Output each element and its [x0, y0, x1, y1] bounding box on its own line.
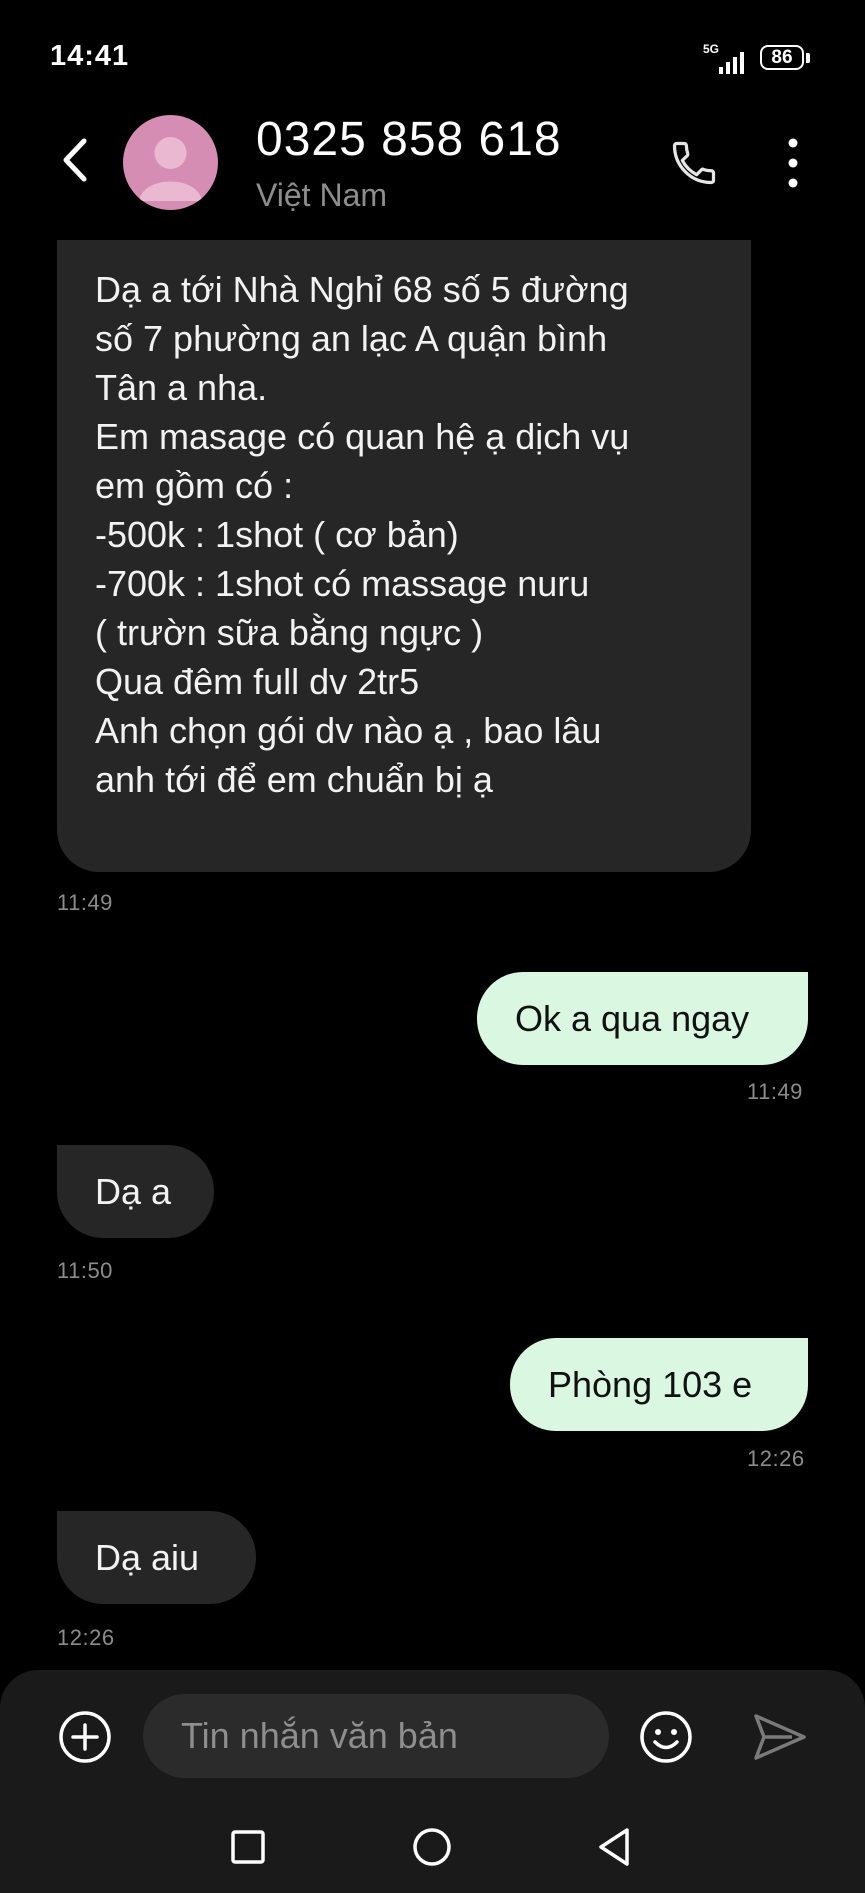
message-outgoing[interactable]: Phòng 103 e: [510, 1338, 808, 1431]
home-icon[interactable]: [412, 1827, 452, 1867]
message-timestamp: 12:26: [57, 1625, 115, 1650]
message-timestamp: 12:26: [747, 1446, 805, 1471]
phone-icon[interactable]: [668, 137, 720, 189]
message-timestamp: 11:49: [57, 890, 113, 915]
network-type: 5G: [703, 42, 720, 56]
status-time: 14:41: [50, 40, 130, 72]
message-timestamp: 11:49: [747, 1079, 803, 1104]
message-incoming[interactable]: Dạ a: [57, 1145, 214, 1238]
add-circle-icon[interactable]: [58, 1710, 112, 1764]
contact-subtitle: Việt Nam: [256, 177, 388, 213]
battery-level: 86: [771, 46, 793, 68]
send-icon[interactable]: [752, 1712, 808, 1762]
signal-icon: 5G: [703, 42, 751, 74]
emoji-icon[interactable]: [638, 1709, 694, 1765]
more-vert-icon[interactable]: [780, 137, 806, 189]
back-arrow-icon[interactable]: [56, 135, 96, 185]
avatar-person-icon[interactable]: [123, 115, 218, 210]
message-timestamp: 11:50: [57, 1258, 113, 1283]
contact-name: 0325 858 618: [256, 113, 562, 166]
battery-nub: [806, 53, 810, 63]
message-incoming[interactable]: Dạ a tới Nhà Nghỉ 68 số 5 đường số 7 phư…: [57, 240, 751, 872]
message-outgoing[interactable]: Ok a qua ngay: [477, 972, 808, 1065]
battery-icon: 86: [760, 45, 804, 70]
recent-apps-icon[interactable]: [230, 1829, 266, 1865]
back-triangle-icon[interactable]: [596, 1827, 632, 1867]
message-input[interactable]: [143, 1694, 609, 1778]
message-incoming[interactable]: Dạ aiu: [57, 1511, 256, 1604]
